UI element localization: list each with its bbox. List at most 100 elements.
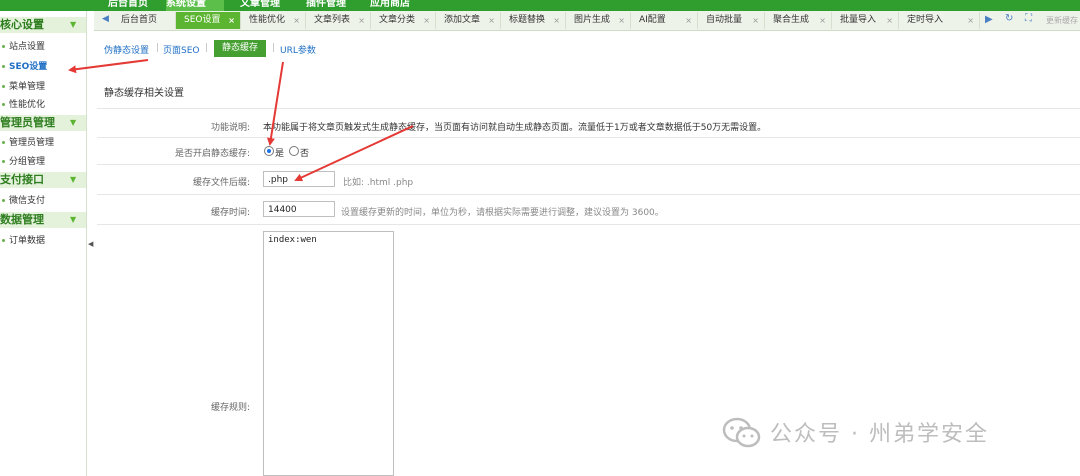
annotation-arrows (68, 59, 414, 182)
enable-no-radio[interactable] (289, 146, 299, 156)
cache-time-input[interactable]: 14400 (263, 201, 335, 217)
cache-time-label: 缓存时间: (210, 208, 250, 218)
tab-image-gen[interactable]: 图片生成 × (566, 12, 631, 29)
subtab-rewrite-settings[interactable]: 伪静态设置 (104, 43, 149, 56)
subtab-url-params[interactable]: URL参数 (280, 43, 316, 56)
tab-ai-config[interactable]: AI配置 × (631, 12, 698, 29)
bullet-icon (2, 239, 5, 242)
watermark: 公众号 · 州弟学安全 (722, 414, 1052, 454)
fullscreen-icon[interactable]: ⛶ (1025, 13, 1032, 24)
tab-scheduled-import[interactable]: 定时导入 × (899, 12, 980, 29)
sidebar-group-payment[interactable]: 支付接口 ▼ (0, 172, 86, 188)
top-nav-app-store[interactable]: 应用商店 (370, 0, 428, 11)
enable-no-label[interactable]: 否 (300, 146, 309, 159)
sidebar-item-performance[interactable]: 性能优化 (0, 97, 86, 113)
sidebar-group-core[interactable]: 核心设置 ▼ (0, 17, 86, 33)
close-icon[interactable]: × (553, 12, 560, 29)
close-icon[interactable]: × (967, 12, 974, 29)
subtab-page-seo[interactable]: 页面SEO (163, 43, 199, 56)
sidebar-item-site-settings[interactable]: 站点设置 (0, 39, 86, 55)
cache-suffix-hint: 比如: .html .php (343, 178, 414, 188)
tab-auto-batch[interactable]: 自动批量 × (698, 12, 765, 29)
tab-add-article[interactable]: 添加文章 × (436, 12, 501, 29)
tab-title-replace[interactable]: 标题替换 × (501, 12, 566, 29)
watermark-text: 公众号 · 州弟学安全 (770, 422, 989, 447)
bullet-icon (2, 160, 5, 163)
chevron-down-icon: ▼ (70, 20, 77, 29)
sidebar-item-group-management[interactable]: 分组管理 (0, 154, 86, 170)
cache-suffix-input[interactable]: .php (263, 171, 335, 187)
tab-seo-settings[interactable]: SEO设置 × (176, 12, 241, 29)
tab-label: AI配置 (639, 15, 666, 25)
subtab-separator: | (205, 43, 209, 53)
refresh-cache-link[interactable]: 更新缓存 (1046, 15, 1078, 26)
tab-label: 标题替换 (509, 15, 546, 25)
tab-next-icon[interactable]: ▶ (985, 14, 993, 25)
top-nav-bar: 后台首页 系统设置 文章管理 插件管理 应用商店 (0, 0, 1080, 11)
sidebar-item-label: 微信支付 (9, 196, 46, 206)
tab-article-list[interactable]: 文章列表 × (306, 12, 371, 29)
chevron-down-icon: ▼ (70, 118, 77, 127)
sidebar-item-menu-management[interactable]: 菜单管理 (0, 79, 86, 95)
close-icon[interactable]: × (886, 12, 893, 29)
close-icon[interactable]: × (423, 12, 430, 29)
sidebar-item-label: 菜单管理 (9, 82, 46, 92)
tab-label: 聚合生成 (773, 15, 810, 25)
tab-label: 性能优化 (249, 15, 286, 25)
top-nav-home[interactable]: 后台首页 (108, 0, 166, 11)
bullet-icon (2, 65, 5, 68)
close-icon[interactable]: × (819, 12, 826, 29)
enable-yes-label[interactable]: 是 (275, 146, 284, 159)
refresh-icon[interactable]: ↻ (1005, 13, 1013, 24)
close-icon[interactable]: × (618, 12, 625, 29)
sidebar-item-admin-management[interactable]: 管理员管理 (0, 135, 86, 151)
close-icon[interactable]: × (685, 12, 692, 29)
tab-batch-import[interactable]: 批量导入 × (832, 12, 899, 29)
subtab-separator: | (272, 43, 276, 53)
wechat-icon (722, 417, 761, 448)
cache-rules-label: 缓存规则: (210, 403, 250, 413)
sidebar-group-data[interactable]: 数据管理 ▼ (0, 212, 86, 228)
close-icon[interactable]: × (228, 12, 235, 29)
divider (97, 224, 1080, 225)
enable-yes-radio[interactable] (264, 146, 274, 156)
tab-label: 定时导入 (907, 15, 944, 25)
tab-aggregate-gen[interactable]: 聚合生成 × (765, 12, 832, 29)
tab-label: 后台首页 (121, 15, 158, 25)
divider (97, 137, 1080, 138)
bullet-icon (2, 141, 5, 144)
tab-performance[interactable]: 性能优化 × (241, 12, 306, 29)
close-icon[interactable]: × (488, 12, 495, 29)
sidebar-group-label: 管理员管理 (0, 116, 55, 129)
close-icon[interactable]: × (752, 12, 759, 29)
sidebar-collapse-icon[interactable]: ◀ (88, 240, 94, 252)
bullet-icon (2, 103, 5, 106)
description-text: 本功能属于将文章页触发式生成静态缓存，当页面有访问就自动生成静态页面。流量低于1… (263, 123, 767, 133)
top-nav-plugins[interactable]: 插件管理 (306, 0, 364, 11)
top-nav-system-settings[interactable]: 系统设置 (166, 0, 224, 11)
cache-rules-textarea[interactable]: index:wen (263, 231, 394, 476)
cache-time-hint: 设置缓存更新的时间，单位为秒，请根据实际需要进行调整，建议设置为 3600。 (341, 208, 664, 218)
tab-article-category[interactable]: 文章分类 × (371, 12, 436, 29)
bullet-icon (2, 199, 5, 202)
chevron-down-icon: ▼ (70, 175, 77, 184)
cache-suffix-label: 缓存文件后缀: (192, 178, 250, 188)
tab-label: 添加文章 (444, 15, 481, 25)
sidebar-item-seo-settings[interactable]: SEO设置 (0, 59, 86, 75)
close-icon[interactable]: × (293, 12, 300, 29)
bullet-icon (2, 85, 5, 88)
subtab-separator: | (156, 43, 160, 53)
chevron-down-icon: ▼ (70, 215, 77, 224)
tab-label: 批量导入 (840, 15, 877, 25)
sidebar: 核心设置 ▼ 站点设置 SEO设置 菜单管理 性能优化 管理员管理 ▼ 管理员管理 … (0, 11, 87, 476)
sidebar-item-wechat-pay[interactable]: 微信支付 (0, 193, 86, 209)
subtab-static-cache[interactable]: 静态缓存 (214, 40, 266, 57)
top-nav-articles[interactable]: 文章管理 (240, 0, 298, 11)
tab-label: SEO设置 (184, 15, 221, 25)
close-icon[interactable]: × (358, 12, 365, 29)
sidebar-group-admins[interactable]: 管理员管理 ▼ (0, 115, 86, 131)
tab-home[interactable]: 后台首页 (113, 12, 176, 29)
sidebar-item-order-data[interactable]: 订单数据 (0, 233, 86, 249)
tab-prev-icon[interactable]: ◀ (102, 14, 109, 24)
tab-label: 文章分类 (379, 15, 416, 25)
